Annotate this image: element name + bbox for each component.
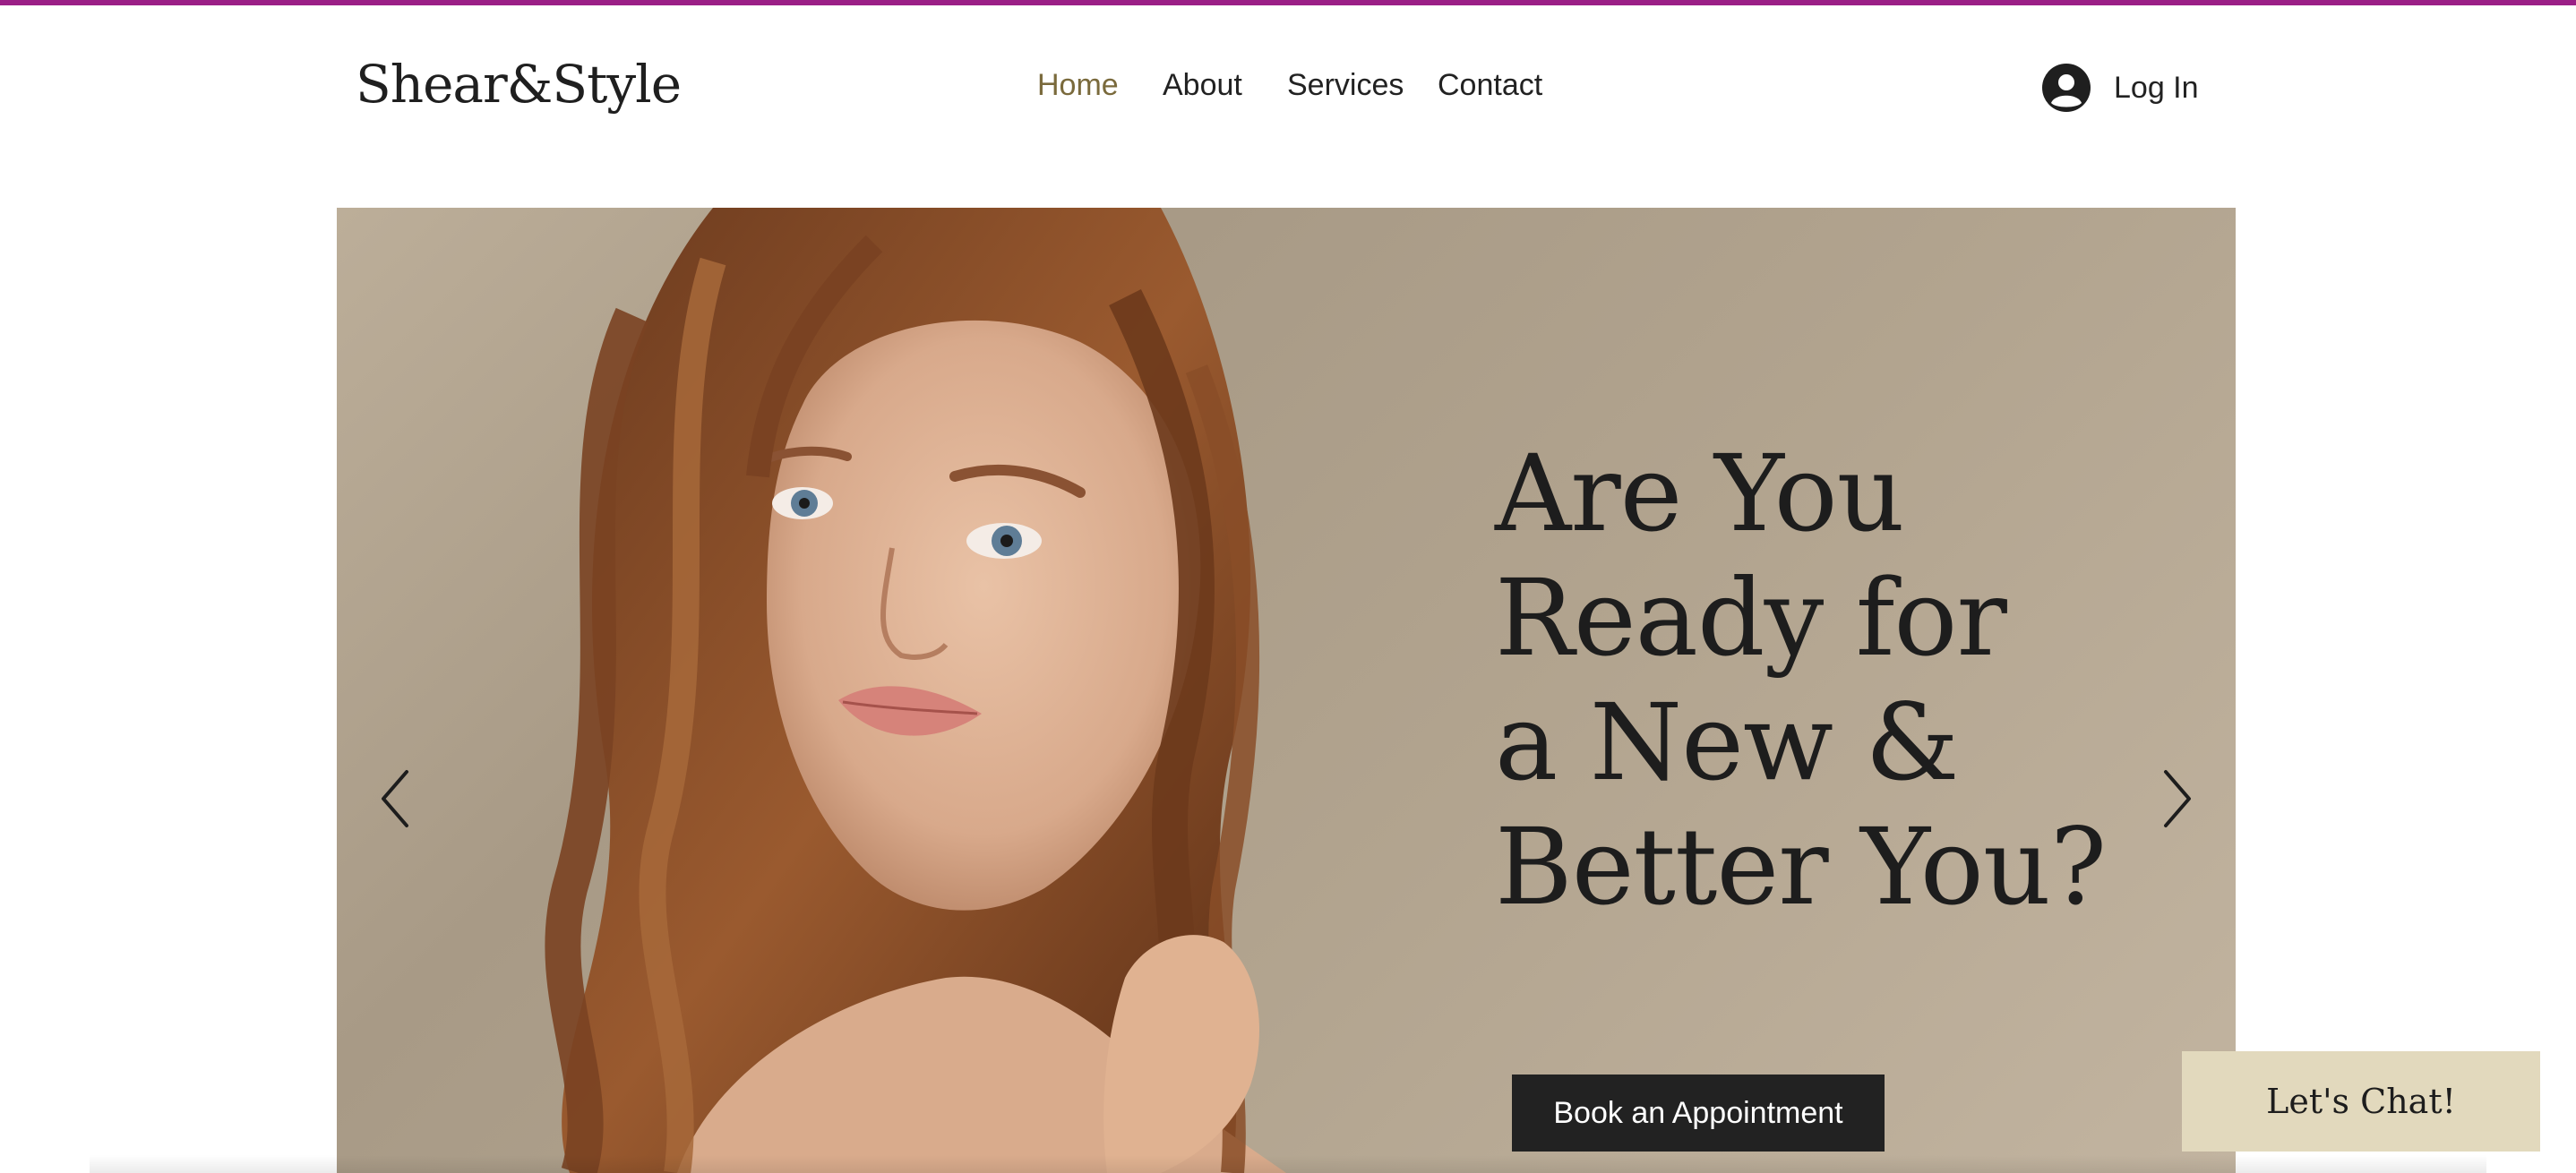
- book-appointment-button[interactable]: Book an Appointment: [1512, 1075, 1885, 1152]
- hero-slideshow: Are You Ready for a New & Better You? Bo…: [337, 208, 2236, 1173]
- nav-item-home[interactable]: Home: [1037, 68, 1119, 103]
- hero-headline: Are You Ready for a New & Better You?: [1495, 432, 2122, 929]
- user-avatar-icon: [2042, 64, 2091, 112]
- chevron-left-icon[interactable]: [373, 763, 417, 835]
- site-header: Shear&Style Home About Services Contact …: [0, 5, 2576, 171]
- nav-item-contact[interactable]: Contact: [1438, 68, 1542, 103]
- headline-line: Are You: [1495, 432, 1905, 555]
- chevron-right-icon[interactable]: [2155, 763, 2200, 835]
- headline-line: a New &: [1495, 681, 1960, 804]
- login-label: Log In: [2114, 70, 2199, 105]
- headline-line: Better You?: [1495, 805, 2107, 929]
- headline-line: Ready for: [1495, 556, 2007, 680]
- nav-item-services[interactable]: Services: [1287, 68, 1404, 103]
- chat-button[interactable]: Let's Chat!: [2182, 1051, 2540, 1152]
- login-button[interactable]: Log In: [2042, 63, 2199, 113]
- nav-item-about[interactable]: About: [1163, 68, 1242, 103]
